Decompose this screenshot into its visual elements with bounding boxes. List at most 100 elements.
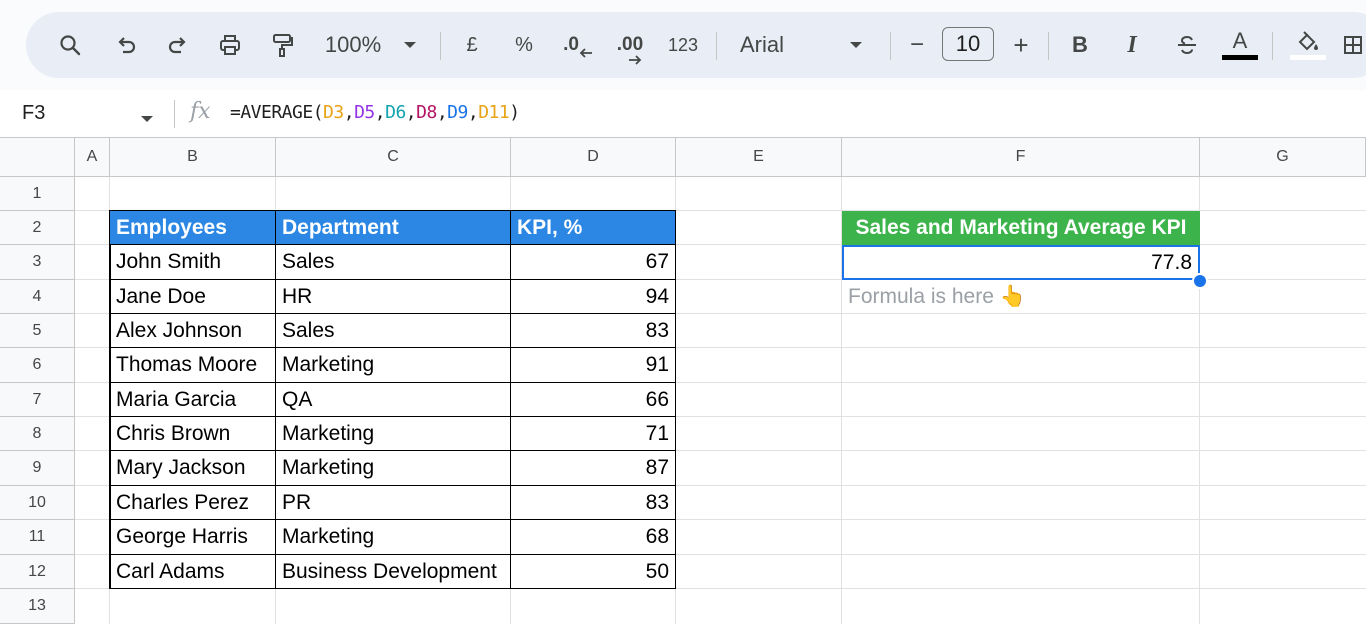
employee-cell[interactable]: Jane Doe: [110, 280, 276, 314]
column-header-f[interactable]: F: [842, 138, 1200, 177]
column-header-b[interactable]: B: [110, 138, 276, 177]
kpi-cell[interactable]: 87: [511, 451, 676, 486]
redo-icon[interactable]: [162, 12, 194, 78]
zoom-dropdown-icon[interactable]: [400, 12, 420, 78]
strikethrough-icon[interactable]: [1172, 12, 1202, 78]
paint-format-icon[interactable]: [266, 12, 298, 78]
employee-cell[interactable]: Chris Brown: [110, 417, 276, 451]
formula-ref: D9: [447, 102, 468, 123]
row-header-6[interactable]: 6: [0, 348, 75, 383]
table-header-kpi[interactable]: KPI, %: [511, 211, 676, 245]
row-header-13[interactable]: 13: [0, 589, 75, 624]
department-cell[interactable]: Marketing: [276, 348, 511, 383]
bold-button[interactable]: B: [1066, 12, 1094, 78]
employee-cell[interactable]: Carl Adams: [110, 555, 276, 589]
column-header-c[interactable]: C: [276, 138, 511, 177]
department-cell[interactable]: Marketing: [276, 417, 511, 451]
increase-decimal-label: .00: [616, 34, 644, 55]
employee-cell[interactable]: John Smith: [110, 245, 276, 280]
department-cell[interactable]: Marketing: [276, 520, 511, 555]
zoom-select[interactable]: 100%: [318, 12, 388, 78]
fx-icon: fx: [190, 99, 211, 124]
formula-ref: D5: [354, 102, 375, 123]
decrease-decimal-button[interactable]: .0: [560, 12, 596, 78]
increase-decimal-button[interactable]: .00: [610, 12, 650, 78]
toolbar-separator: [890, 32, 891, 60]
fill-color-swatch: [1290, 54, 1326, 60]
formula-ref: D8: [416, 102, 437, 123]
formula-comma: ,: [405, 102, 417, 123]
table-header-employees[interactable]: Employees: [110, 211, 276, 245]
spreadsheet-grid[interactable]: A B C D E F G 1 2 3 4 5 6 7 8 9 10 11 12…: [0, 138, 1366, 624]
column-header-e[interactable]: E: [676, 138, 842, 177]
row-header-4[interactable]: 4: [0, 280, 75, 314]
department-cell[interactable]: HR: [276, 280, 511, 314]
format-percent-button[interactable]: %: [510, 12, 538, 78]
toolbar-separator: [440, 32, 441, 60]
employee-cell[interactable]: Charles Perez: [110, 486, 276, 520]
row-header-11[interactable]: 11: [0, 520, 75, 555]
kpi-cell[interactable]: 68: [511, 520, 676, 555]
borders-icon[interactable]: [1342, 12, 1366, 78]
employee-cell[interactable]: Maria Garcia: [110, 383, 276, 417]
kpi-cell[interactable]: 94: [511, 280, 676, 314]
toolbar-separator: [1272, 32, 1273, 60]
format-currency-button[interactable]: £: [458, 12, 486, 78]
kpi-cell[interactable]: 83: [511, 314, 676, 348]
department-cell[interactable]: Business Development: [276, 555, 511, 589]
formula-ref: D6: [385, 102, 406, 123]
summary-value-cell[interactable]: 77.8: [842, 245, 1200, 280]
employee-cell[interactable]: George Harris: [110, 520, 276, 555]
search-icon[interactable]: [54, 12, 86, 78]
row-header-10[interactable]: 10: [0, 486, 75, 520]
column-header-d[interactable]: D: [511, 138, 676, 177]
row-header-2[interactable]: 2: [0, 211, 75, 245]
font-select[interactable]: Arial: [740, 12, 796, 78]
decrease-decimal-label: .0: [563, 34, 579, 55]
formula-input[interactable]: =AVERAGE(D3,D5,D6,D8,D9,D11): [230, 102, 520, 123]
row-header-8[interactable]: 8: [0, 417, 75, 451]
kpi-cell[interactable]: 83: [511, 486, 676, 520]
undo-icon[interactable]: [110, 12, 142, 78]
column-header-a[interactable]: A: [75, 138, 110, 177]
increase-font-size-button[interactable]: +: [1008, 12, 1034, 78]
italic-button[interactable]: I: [1118, 12, 1146, 78]
name-box-dropdown-icon[interactable]: [140, 110, 154, 128]
text-color-label: A: [1232, 28, 1248, 53]
department-cell[interactable]: Sales: [276, 245, 511, 280]
kpi-cell[interactable]: 50: [511, 555, 676, 589]
department-cell[interactable]: PR: [276, 486, 511, 520]
employee-cell[interactable]: Thomas Moore: [110, 348, 276, 383]
more-formats-button[interactable]: 123: [664, 12, 702, 78]
formula-comma: ,: [374, 102, 386, 123]
formula-note[interactable]: Formula is here 👆: [842, 280, 1200, 314]
kpi-cell[interactable]: 67: [511, 245, 676, 280]
select-all-corner[interactable]: [0, 138, 75, 177]
toolbar-separator: [716, 32, 717, 60]
kpi-cell[interactable]: 91: [511, 348, 676, 383]
font-dropdown-icon[interactable]: [846, 12, 866, 78]
name-box[interactable]: F3: [22, 102, 45, 125]
row-header-12[interactable]: 12: [0, 555, 75, 589]
fill-color-icon[interactable]: [1288, 12, 1328, 78]
summary-header[interactable]: Sales and Marketing Average KPI: [842, 211, 1200, 245]
department-cell[interactable]: Sales: [276, 314, 511, 348]
kpi-cell[interactable]: 71: [511, 417, 676, 451]
row-header-9[interactable]: 9: [0, 451, 75, 486]
employee-cell[interactable]: Mary Jackson: [110, 451, 276, 486]
row-header-3[interactable]: 3: [0, 245, 75, 280]
row-header-7[interactable]: 7: [0, 383, 75, 417]
kpi-cell[interactable]: 66: [511, 383, 676, 417]
row-header-1[interactable]: 1: [0, 177, 75, 211]
table-header-department[interactable]: Department: [276, 211, 511, 245]
employee-cell[interactable]: Alex Johnson: [110, 314, 276, 348]
decrease-font-size-button[interactable]: −: [904, 12, 930, 78]
department-cell[interactable]: Marketing: [276, 451, 511, 486]
font-size-input[interactable]: 10: [942, 27, 994, 61]
department-cell[interactable]: QA: [276, 383, 511, 417]
row-header-5[interactable]: 5: [0, 314, 75, 348]
text-color-swatch: [1222, 55, 1258, 60]
text-color-button[interactable]: A: [1220, 12, 1260, 78]
print-icon[interactable]: [214, 12, 246, 78]
column-header-g[interactable]: G: [1200, 138, 1366, 177]
